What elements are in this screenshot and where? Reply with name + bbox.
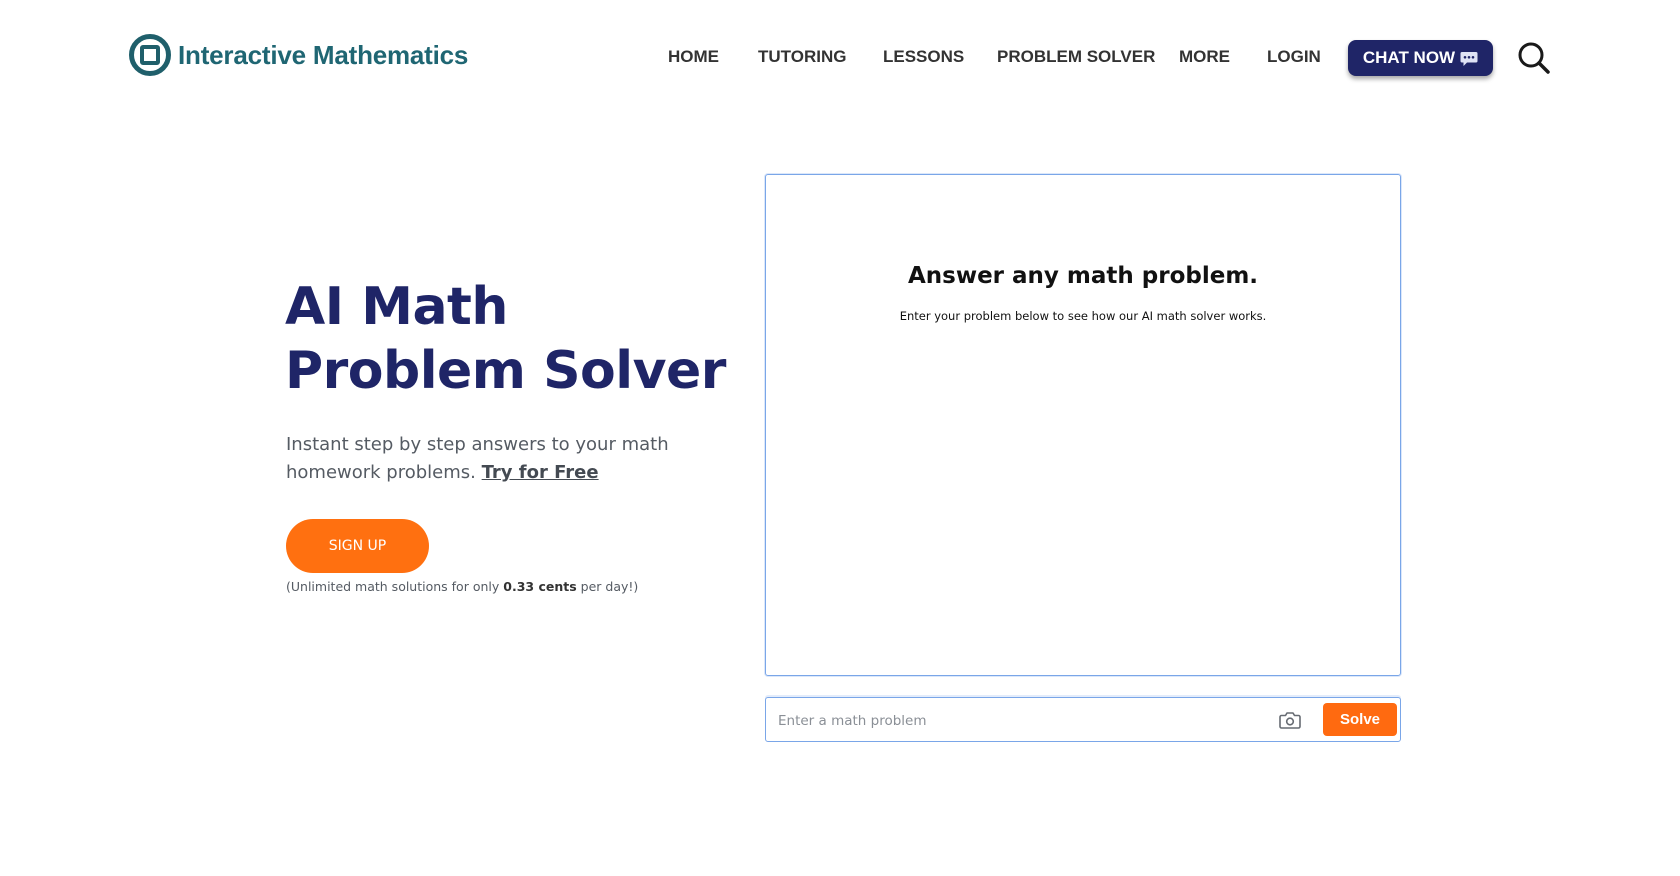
page-title: AI Math Problem Solver [285, 277, 726, 401]
problem-input-bar: Solve [765, 697, 1401, 742]
hero-subtitle: Instant step by step answers to your mat… [286, 431, 706, 487]
nav-login[interactable]: LOGIN [1267, 47, 1321, 67]
solve-button[interactable]: Solve [1323, 703, 1397, 736]
solver-title: Answer any math problem. [907, 263, 1259, 289]
price-note: (Unlimited math solutions for only 0.33 … [286, 579, 638, 594]
math-problem-input[interactable] [776, 704, 1280, 738]
logo-text: Interactive Mathematics [178, 39, 469, 70]
price-note-value: 0.33 cents [503, 579, 577, 594]
hero-subtitle-text: Instant step by step answers to your mat… [286, 434, 669, 483]
nav-tutoring[interactable]: TUTORING [758, 47, 846, 67]
solver-output-panel: Answer any math problem. Enter your prob… [765, 174, 1401, 676]
site-logo[interactable]: Interactive Mathematics [129, 34, 468, 76]
speech-bubble-icon [1460, 51, 1478, 66]
price-note-suffix: per day!) [580, 579, 639, 594]
price-note-prefix: (Unlimited math solutions for only [286, 579, 500, 594]
chat-now-button[interactable]: CHAT NOW [1348, 40, 1493, 76]
nav-problem-solver[interactable]: PROBLEM SOLVER [997, 47, 1155, 67]
sign-up-button[interactable]: SIGN UP [286, 519, 429, 573]
camera-icon[interactable] [1278, 708, 1302, 732]
try-for-free-link[interactable]: Try for Free [482, 462, 599, 483]
nav-lessons[interactable]: LESSONS [883, 47, 964, 67]
site-header: Interactive Mathematics HOME TUTORING LE… [0, 0, 1680, 116]
search-icon[interactable] [1517, 41, 1551, 75]
nav-more[interactable]: MORE [1179, 47, 1230, 67]
logo-icon [129, 34, 171, 76]
solver-description: Enter your problem below to see how our … [899, 309, 1267, 323]
chat-now-label: CHAT NOW [1362, 48, 1456, 67]
nav-home[interactable]: HOME [668, 47, 719, 67]
